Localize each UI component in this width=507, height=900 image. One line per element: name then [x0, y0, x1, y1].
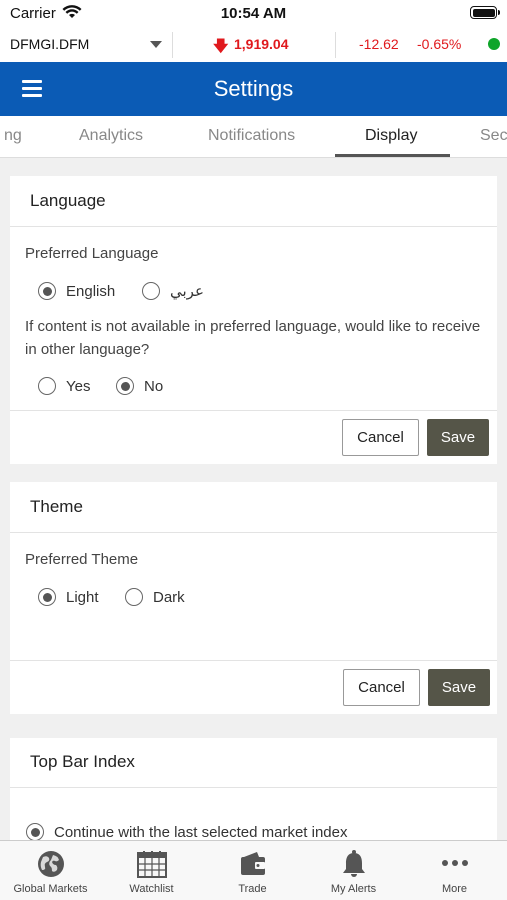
radio-circle[interactable]	[125, 588, 143, 606]
tab-analytics[interactable]: Analytics	[79, 127, 143, 145]
radio-no[interactable]: No	[116, 377, 163, 395]
radio-light[interactable]: Light	[38, 588, 99, 606]
radio-label: Continue with the last selected market i…	[54, 823, 348, 841]
radio-circle[interactable]	[142, 282, 160, 300]
tab-security[interactable]: Sec	[480, 127, 507, 145]
clock: 10:54 AM	[220, 5, 287, 22]
radio-label: Dark	[153, 588, 185, 606]
radio-label: English	[66, 282, 116, 300]
save-button[interactable]: Save	[428, 669, 490, 706]
radio-label: Light	[66, 588, 99, 606]
divider	[10, 532, 497, 533]
tab-label: Trade	[238, 883, 267, 895]
bottom-tab-bar: Global Markets Watchlist Trade My Alerts	[0, 840, 507, 900]
radio-arabic[interactable]: عربي	[142, 282, 204, 300]
divider	[10, 226, 497, 227]
page-title: Settings	[213, 76, 294, 101]
tab-label: Global Markets	[13, 883, 88, 895]
radio-circle[interactable]	[26, 823, 44, 840]
index-value: 1,919.04	[234, 36, 289, 52]
market-status-indicator	[488, 38, 500, 50]
fallback-language-question: If content is not available in preferred…	[25, 318, 481, 358]
preferred-theme-label: Preferred Theme	[25, 551, 139, 568]
divider	[172, 32, 173, 58]
calendar-grid-icon	[136, 851, 167, 878]
radio-circle[interactable]	[38, 282, 56, 300]
radio-yes[interactable]: Yes	[38, 377, 90, 395]
radio-label: Yes	[66, 377, 91, 395]
active-tab-indicator	[335, 154, 450, 157]
card-title: Top Bar Index	[30, 752, 135, 771]
divider	[10, 787, 497, 788]
tab-display[interactable]: Display	[365, 127, 417, 145]
battery-icon	[470, 6, 500, 19]
divider	[335, 32, 336, 58]
radio-dark[interactable]: Dark	[125, 588, 185, 606]
radio-circle[interactable]	[38, 588, 56, 606]
app-header: Settings	[0, 62, 507, 116]
radio-english[interactable]: English	[38, 282, 115, 300]
index-percent-change: -0.65%	[417, 36, 462, 52]
card-title: Language	[30, 191, 106, 210]
card-title: Theme	[30, 497, 83, 516]
tab-trade[interactable]: Trade	[202, 841, 303, 900]
tab-more[interactable]: More	[404, 841, 505, 900]
status-bar: Carrier 10:54 AM	[0, 0, 507, 28]
theme-card: Theme Preferred Theme Light Dark Cancel …	[10, 482, 497, 714]
tab-my-alerts[interactable]: My Alerts	[303, 841, 404, 900]
globe-icon	[37, 851, 64, 877]
tab-notifications[interactable]: Notifications	[208, 127, 295, 145]
radio-circle[interactable]	[38, 377, 56, 395]
radio-label: عربي	[170, 283, 204, 300]
cancel-button[interactable]: Cancel	[342, 419, 419, 456]
tab-label: More	[441, 883, 468, 895]
radio-last-selected-index[interactable]: Continue with the last selected market i…	[26, 823, 348, 840]
index-selector[interactable]: DFMGI.DFM	[10, 36, 89, 52]
radio-circle[interactable]	[116, 377, 134, 395]
chevron-down-icon[interactable]	[150, 41, 162, 48]
tab-watchlist[interactable]: Watchlist	[101, 841, 202, 900]
bell-icon	[342, 850, 365, 877]
tab-partial-left[interactable]: ng	[4, 127, 22, 145]
arrow-down-icon: 🡇	[213, 38, 229, 55]
more-dots-icon	[441, 860, 468, 866]
index-change: -12.62	[359, 36, 399, 52]
tab-global-markets[interactable]: Global Markets	[0, 841, 101, 900]
radio-label: No	[144, 377, 164, 395]
language-card: Language Preferred Language English عربي…	[10, 176, 497, 464]
cancel-button[interactable]: Cancel	[343, 669, 420, 706]
settings-tabs: ng Analytics Notifications Display Sec	[0, 116, 507, 158]
divider	[10, 660, 497, 661]
tab-label: Watchlist	[129, 883, 174, 895]
tab-label: My Alerts	[330, 883, 377, 895]
divider	[10, 410, 497, 411]
preferred-language-label: Preferred Language	[25, 245, 159, 262]
market-index-bar[interactable]: DFMGI.DFM 🡇 1,919.04 -12.62 -0.65%	[0, 28, 507, 62]
wallet-icon	[240, 852, 265, 875]
save-button[interactable]: Save	[427, 419, 489, 456]
top-bar-index-card: Top Bar Index Continue with the last sel…	[10, 738, 497, 840]
